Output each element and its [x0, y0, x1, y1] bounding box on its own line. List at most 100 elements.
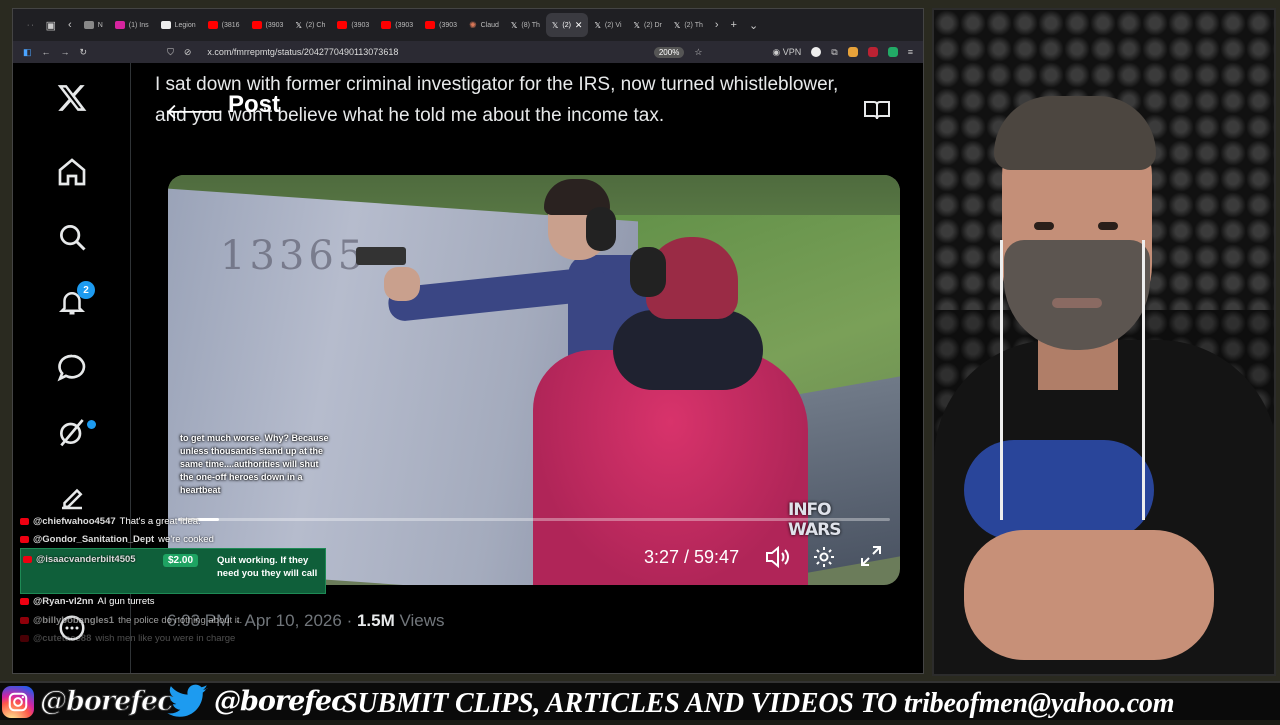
- forward-icon[interactable]: →: [61, 47, 70, 57]
- tab-8[interactable]: (3903: [375, 13, 419, 37]
- chat-message: @chiefwahoo4547 That's a great idea.: [20, 516, 201, 527]
- extension-icon[interactable]: [847, 47, 858, 57]
- chat-icon[interactable]: [55, 351, 89, 385]
- tab-bar: · · ▣ ‹ N (1) Ins Legion (3816 (3903 𝕏 (2…: [13, 9, 923, 41]
- tab-label: Legion: [174, 21, 196, 29]
- grok-icon[interactable]: [55, 415, 89, 449]
- search-icon[interactable]: [55, 220, 89, 254]
- x-favicon-icon: 𝕏: [510, 20, 518, 30]
- compose-icon[interactable]: [55, 481, 89, 515]
- stream-banner: @borefec @borefec SUBMIT CLIPS, ARTICLES…: [0, 681, 1280, 720]
- x-favicon-icon: 𝕏: [594, 20, 601, 30]
- tab-7[interactable]: (3903: [331, 13, 375, 37]
- chat-username: @Gondor_Sanitation_Dept: [33, 534, 155, 545]
- webcam-feed: ★ ★ ★: [932, 8, 1276, 676]
- x-favicon-icon: 𝕏: [551, 20, 559, 30]
- tab-13[interactable]: 𝕏 (2) Vi: [588, 13, 627, 37]
- x-logo-icon[interactable]: [55, 81, 89, 115]
- tab-scroll-left-icon[interactable]: ‹: [62, 19, 78, 31]
- tab-5[interactable]: (3903: [246, 13, 290, 37]
- chat-username: @isaacvanderbilt4505: [36, 554, 136, 565]
- host-mouth: [1052, 298, 1102, 308]
- chat-message: @Gondor_Sanitation_Dept we're cooked: [20, 534, 214, 545]
- zoom-badge[interactable]: 200%: [653, 46, 685, 58]
- tab-scroll-right-icon[interactable]: ›: [709, 19, 725, 31]
- extension-icon[interactable]: [811, 47, 822, 57]
- shield-icon[interactable]: ⛉: [167, 47, 174, 58]
- chat-text: AI gun turrets: [97, 596, 155, 607]
- tab-label: (3903: [265, 21, 284, 29]
- host-hair: [994, 96, 1156, 170]
- settings-gear-icon[interactable]: [812, 545, 836, 574]
- bookmark-star-icon[interactable]: ☆: [694, 47, 702, 58]
- close-tab-icon[interactable]: ✕: [575, 20, 583, 31]
- earbud-cable: [1142, 240, 1145, 520]
- x-favicon-icon: 𝕏: [633, 20, 640, 30]
- extensions-puzzle-icon[interactable]: ⧉: [831, 47, 837, 58]
- menu-icon[interactable]: ≡: [908, 47, 913, 57]
- youtube-icon: [20, 617, 29, 624]
- chevron-down-icon[interactable]: ⌄: [743, 19, 764, 32]
- tab-3[interactable]: Legion: [155, 13, 202, 37]
- back-arrow-icon[interactable]: 🡐: [165, 99, 224, 125]
- extension-icon[interactable]: [867, 47, 878, 57]
- tab-label: (2) Ch: [305, 21, 326, 29]
- video-man-hand: [384, 267, 420, 301]
- vpn-button[interactable]: ◉ VPN: [772, 47, 801, 58]
- video-time: 3:27 / 59:47: [644, 547, 740, 567]
- tab-15[interactable]: 𝕏 (2) Th: [668, 13, 709, 37]
- superchat-header: @isaacvanderbilt4505: [23, 554, 136, 565]
- tab-1[interactable]: N: [78, 13, 109, 37]
- twitter-handle: @borefec: [214, 686, 348, 717]
- tab-12-active[interactable]: 𝕏 (2) ✕: [545, 13, 589, 37]
- tab-label: (3903: [351, 21, 370, 29]
- sidebar-toggle-icon[interactable]: ◧: [23, 47, 32, 58]
- youtube-icon: [20, 536, 29, 543]
- youtube-icon: [23, 556, 32, 563]
- chat-text: That's a great idea.: [119, 516, 201, 527]
- home-icon[interactable]: [55, 155, 89, 189]
- video-man-earmuffs: [586, 207, 616, 251]
- tab-6[interactable]: 𝕏 (2) Ch: [289, 13, 331, 37]
- tab-14[interactable]: 𝕏 (2) Dr: [628, 13, 668, 37]
- tab-11[interactable]: 𝕏 (8) Th: [505, 13, 546, 37]
- video-woman-collar: [613, 310, 763, 390]
- video-pistol: [356, 247, 406, 265]
- youtube-favicon-icon: [381, 21, 392, 29]
- tab-list-icon[interactable]: ▣: [40, 19, 62, 32]
- reader-view-icon[interactable]: [863, 99, 891, 126]
- chat-username: @cutetace88: [33, 633, 92, 644]
- url-bar: ◧ ← → ↻ ⛉ ⊘ x.com/fmrrepmtg/status/20427…: [13, 41, 923, 63]
- address-input[interactable]: x.com/fmrrepmtg/status/20427704901130736…: [207, 47, 643, 57]
- reload-icon[interactable]: ↻: [80, 47, 88, 58]
- youtube-favicon-icon: [207, 21, 218, 29]
- fullscreen-icon[interactable]: [860, 545, 882, 572]
- youtube-icon: [20, 635, 29, 642]
- host-eye: [1098, 222, 1118, 230]
- tracking-icon[interactable]: ⊘: [184, 47, 192, 58]
- back-icon[interactable]: ←: [42, 47, 51, 57]
- tab-label: (1) Ins: [128, 21, 149, 29]
- tab-9[interactable]: (3903: [419, 13, 463, 37]
- chat-message: @Ryan-vl2nn AI gun turrets: [20, 596, 155, 607]
- volume-icon[interactable]: [764, 545, 790, 574]
- chat-text: we're cooked: [158, 534, 214, 545]
- tab-10[interactable]: ✺ Claud: [463, 13, 505, 37]
- claude-favicon-icon: ✺: [469, 19, 477, 30]
- tab-2[interactable]: (1) Ins: [109, 13, 155, 37]
- new-tab-icon[interactable]: +: [725, 19, 743, 31]
- x-favicon-icon: 𝕏: [673, 20, 681, 30]
- tab-label: (3816: [221, 21, 240, 29]
- favicon: [160, 21, 171, 29]
- tab-4[interactable]: (3816: [202, 13, 246, 37]
- youtube-favicon-icon: [425, 21, 436, 29]
- video-progress-bar[interactable]: [178, 518, 890, 521]
- vpn-label: VPN: [782, 46, 802, 57]
- video-player[interactable]: 13365 INFO WARS 3:27 / 59:47: [168, 175, 900, 585]
- submit-banner-text: SUBMIT CLIPS, ARTICLES AND VIDEOS TO tri…: [342, 688, 1175, 719]
- wall-graffiti: 13365: [220, 233, 368, 279]
- favicon: [83, 21, 94, 29]
- extension-icon[interactable]: [887, 47, 898, 57]
- tab-label: Claud: [480, 21, 499, 29]
- tab-0[interactable]: · ·: [21, 13, 40, 37]
